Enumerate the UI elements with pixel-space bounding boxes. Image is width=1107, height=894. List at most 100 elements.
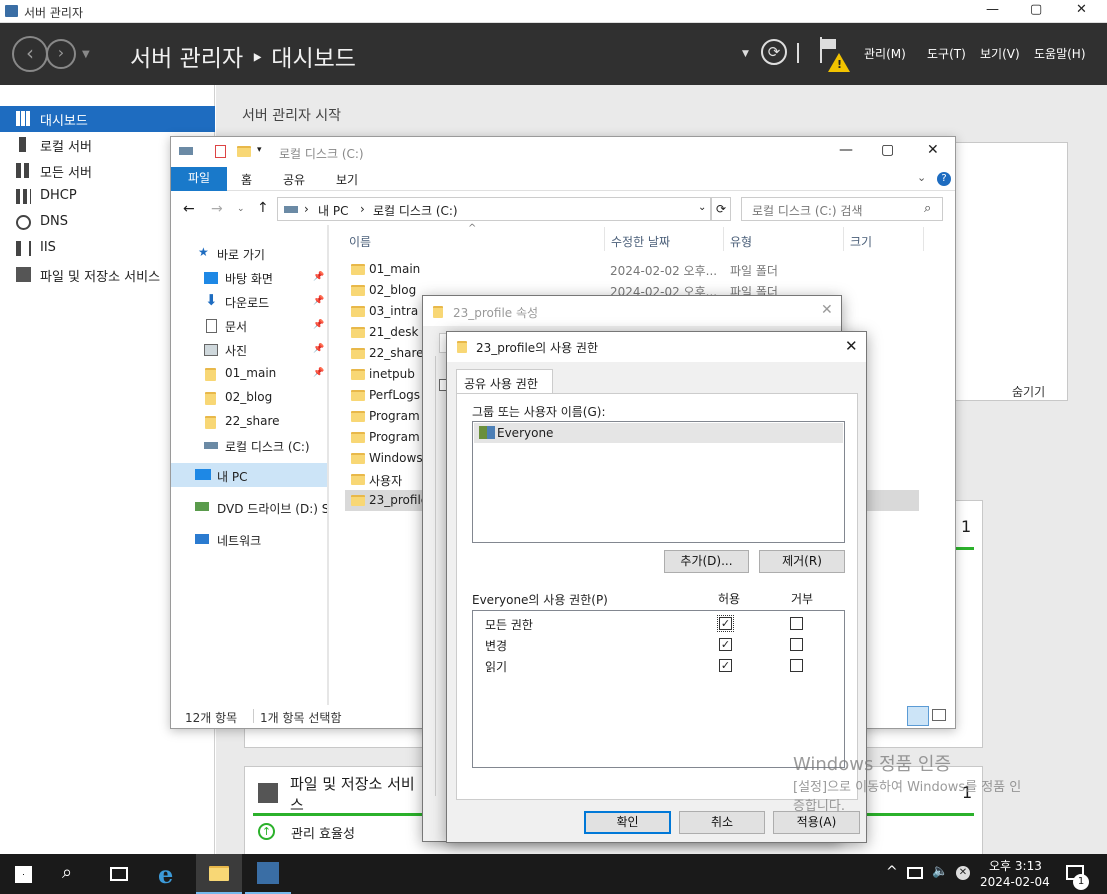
permissions-title: 23_profile의 사용 권한 — [476, 341, 599, 355]
help-icon[interactable]: ? — [937, 172, 951, 186]
hide-link[interactable]: 숨기기 — [1012, 383, 1045, 400]
nav-back-icon[interactable]: ← — [183, 201, 195, 217]
refresh-icon[interactable]: ⟳ — [761, 39, 787, 65]
column-header-date[interactable]: 수정한 날짜 — [604, 233, 670, 250]
volume-muted-icon[interactable]: 🔈 — [932, 864, 948, 879]
nav-up-icon[interactable]: ↑ — [257, 200, 269, 216]
dropdown-icon[interactable]: ▼ — [742, 49, 749, 59]
tree-downloads[interactable]: 다운로드 — [225, 294, 269, 311]
file-row-01-main[interactable]: 01_main 2024-02-02 오후... 파일 폴더 — [351, 262, 911, 282]
tab-share[interactable]: 공유 — [283, 171, 305, 188]
address-drive[interactable]: 로컬 디스크 (C:) — [373, 202, 458, 219]
menu-view[interactable]: 보기(V) — [980, 45, 1020, 62]
start-button[interactable] — [15, 866, 32, 883]
tree-mypc[interactable]: 내 PC — [217, 468, 247, 485]
tree-dvd[interactable]: DVD 드라이브 (D:) S — [217, 500, 329, 517]
forward-button[interactable]: › — [46, 39, 76, 69]
permissions-close[interactable]: ✕ — [845, 337, 858, 355]
folder-icon — [205, 416, 216, 429]
ok-button[interactable]: 확인 — [584, 811, 671, 834]
pin-icon: 📌 — [313, 320, 325, 330]
deny-full-control-checkbox[interactable] — [790, 617, 803, 630]
properties-close[interactable]: ✕ — [821, 302, 833, 318]
properties-icon[interactable] — [215, 145, 226, 158]
window-title: 서버 관리자 — [24, 6, 84, 20]
clock-time[interactable]: 오후 3:13 — [989, 857, 1042, 874]
file-explorer-taskbar-button[interactable] — [196, 854, 242, 894]
user-name: Everyone — [497, 426, 554, 440]
search-input[interactable]: 로컬 디스크 (C:) 검색 — [752, 202, 863, 219]
permissions-titlebar: 23_profile의 사용 권한 ✕ — [447, 332, 866, 362]
menu-help[interactable]: 도움말(H) — [1034, 45, 1086, 62]
column-divider — [923, 227, 924, 251]
server-manager-taskbar-button[interactable] — [245, 854, 291, 894]
large-icons-view-icon[interactable] — [932, 709, 946, 721]
task-view-icon[interactable] — [110, 867, 128, 881]
column-header-name[interactable]: 이름 — [349, 233, 371, 250]
tray-overflow-icon[interactable]: ^ — [886, 864, 898, 880]
allow-read-checkbox[interactable]: ✓ — [719, 659, 732, 672]
cancel-button[interactable]: 취소 — [679, 811, 765, 834]
add-button[interactable]: 추가(D)... — [664, 550, 749, 573]
tree-documents[interactable]: 문서 — [225, 318, 247, 335]
deny-read-checkbox[interactable] — [790, 659, 803, 672]
clock-date[interactable]: 2024-02-04 — [980, 875, 1050, 889]
warning-tray-icon[interactable]: ✕ — [956, 866, 970, 880]
tree-desktop[interactable]: 바탕 화면 — [225, 270, 273, 287]
back-button[interactable]: ‹ — [12, 36, 48, 72]
tree-pictures[interactable]: 사진 — [225, 342, 247, 359]
allow-change-checkbox[interactable]: ✓ — [719, 638, 732, 651]
pin-icon: 📌 — [313, 272, 325, 282]
users-icon — [479, 426, 495, 439]
status-divider — [253, 709, 254, 723]
details-view-icon[interactable] — [907, 706, 929, 726]
allow-full-control-checkbox[interactable]: ✓ — [717, 615, 734, 632]
tree-quick-access[interactable]: 바로 가기 — [217, 246, 265, 263]
menu-manage[interactable]: 관리(M) — [864, 45, 906, 62]
address-bar[interactable]: › 내 PC › 로컬 디스크 (C:) ⌄ — [277, 197, 711, 221]
folder-icon — [205, 368, 216, 381]
address-refresh-icon[interactable]: ⟳ — [711, 197, 731, 221]
sidebar-item-dashboard[interactable]: 대시보드 — [0, 106, 215, 132]
folder-icon — [351, 432, 365, 443]
network-tray-icon[interactable] — [907, 867, 923, 879]
address-dropdown-icon[interactable]: ⌄ — [698, 202, 706, 213]
apply-button[interactable]: 적용(A) — [773, 811, 860, 834]
column-header-type[interactable]: 유형 — [730, 233, 752, 250]
tree-network[interactable]: 네트워크 — [217, 532, 261, 549]
users-list[interactable]: Everyone — [472, 421, 845, 543]
explorer-close[interactable]: ✕ — [927, 142, 939, 158]
nav-forward-icon[interactable]: → — [211, 201, 223, 217]
maximize-button[interactable]: ▢ — [1030, 2, 1042, 17]
status-item-count: 12개 항목 — [185, 711, 238, 725]
tab-home[interactable]: 홈 — [241, 171, 252, 188]
search-box[interactable]: 로컬 디스크 (C:) 검색 ⌕ — [741, 197, 943, 221]
explorer-minimize[interactable]: — — [839, 142, 853, 158]
close-button[interactable]: ✕ — [1076, 2, 1087, 17]
ribbon-expand-icon[interactable]: ⌄ — [917, 171, 926, 184]
tab-share-permissions[interactable]: 공유 사용 권한 — [456, 369, 553, 394]
deny-change-checkbox[interactable] — [790, 638, 803, 651]
new-folder-icon[interactable] — [237, 146, 251, 157]
tree-02-blog[interactable]: 02_blog — [225, 390, 272, 404]
tree-local-disk[interactable]: 로컬 디스크 (C:) — [225, 438, 310, 455]
search-icon[interactable]: ⌕ — [62, 862, 72, 883]
internet-explorer-icon[interactable]: e — [158, 860, 173, 889]
nav-pane-scrollbar[interactable] — [327, 225, 329, 705]
tree-22-share[interactable]: 22_share — [225, 414, 280, 428]
recent-dropdown-icon[interactable]: ⌄ — [237, 204, 245, 214]
tab-view[interactable]: 보기 — [336, 171, 358, 188]
menu-tools[interactable]: 도구(T) — [927, 45, 966, 62]
minimize-button[interactable]: — — [986, 2, 999, 17]
quick-access-dropdown-icon[interactable]: ▾ — [257, 145, 262, 155]
column-header-size[interactable]: 크기 — [850, 233, 872, 250]
address-mypc[interactable]: 내 PC — [318, 202, 348, 219]
history-dropdown-icon[interactable]: ▼ — [82, 49, 90, 60]
tree-01-main[interactable]: 01_main — [225, 366, 276, 380]
tab-file[interactable]: 파일 — [171, 167, 227, 191]
explorer-maximize[interactable]: ▢ — [881, 142, 894, 158]
user-row-everyone[interactable]: Everyone — [474, 423, 843, 443]
remove-button[interactable]: 제거(R) — [759, 550, 845, 573]
folder-icon — [351, 474, 365, 485]
notifications-flag-icon[interactable]: ! — [820, 37, 850, 73]
